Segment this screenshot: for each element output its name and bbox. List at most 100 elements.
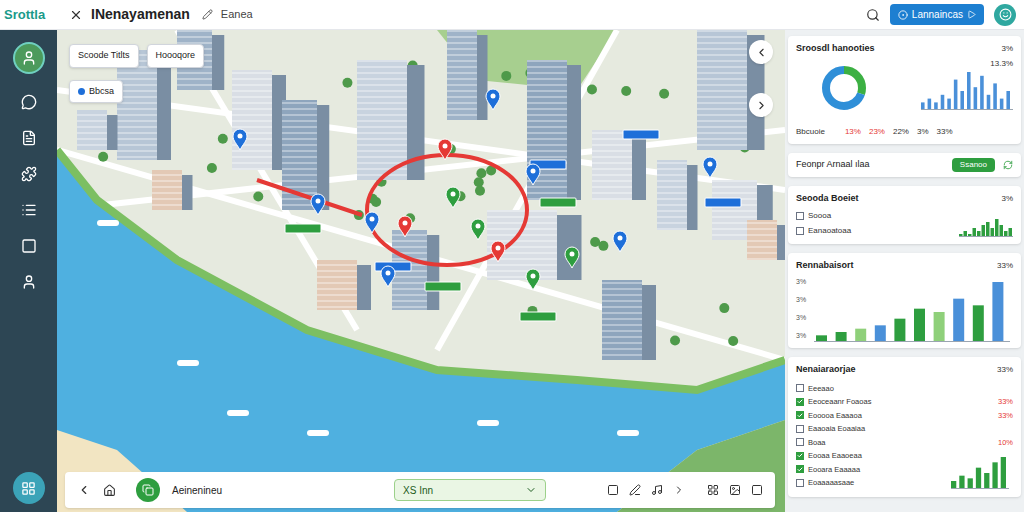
sidebar — [0, 30, 57, 512]
checkbox[interactable] — [796, 479, 804, 487]
map-pin[interactable] — [486, 89, 500, 110]
header-button-label: Lannaincas — [912, 7, 963, 22]
map-tag[interactable] — [285, 224, 321, 233]
list-icon[interactable] — [21, 202, 37, 218]
bar-chart — [814, 280, 1010, 342]
checks-chart — [959, 217, 1013, 237]
home-icon[interactable] — [103, 484, 116, 497]
logo[interactable]: Srottla — [0, 5, 57, 25]
map-chip[interactable]: Hoooqore — [147, 44, 205, 68]
avatar[interactable] — [13, 42, 45, 74]
location-badge[interactable] — [136, 478, 160, 502]
checkbox[interactable] — [796, 425, 804, 433]
card-title: Sroosdl hanooties — [796, 42, 875, 56]
map-pin[interactable] — [365, 212, 379, 233]
list-row[interactable]: Eeoceaanr Foaoas33% — [796, 395, 1013, 409]
map-pin[interactable] — [446, 187, 460, 208]
chip-row: Scoode Titlts Hoooqore — [69, 44, 204, 68]
map-pin[interactable] — [471, 219, 485, 240]
pencil-icon[interactable] — [202, 9, 213, 20]
forward-icon[interactable] — [673, 484, 685, 496]
chart-bar — [875, 325, 886, 342]
map-chip[interactable]: Bbcsa — [69, 80, 123, 104]
check-icon — [797, 466, 803, 473]
list-row[interactable]: Eooaa Eaaoeaa — [796, 449, 1013, 463]
filter-button[interactable]: Ssanoo — [952, 158, 995, 172]
square-icon[interactable] — [607, 484, 619, 496]
city-map[interactable] — [57, 30, 785, 512]
chart-bar — [836, 332, 847, 342]
account-button[interactable] — [994, 4, 1016, 26]
page-subtitle: Eanea — [221, 6, 253, 23]
chart-bar — [960, 91, 964, 110]
check-row[interactable]: Soooa — [796, 210, 851, 222]
stat: 22% — [893, 126, 909, 138]
map-next-button[interactable] — [749, 93, 773, 117]
pen-icon[interactable] — [629, 484, 641, 496]
building — [657, 160, 698, 230]
header-button[interactable]: Lannaincas — [890, 4, 984, 25]
user-icon[interactable] — [21, 274, 37, 290]
axis-tick: 3% — [796, 331, 806, 342]
map-toolbar: Aeinenineu XS Inn — [65, 472, 775, 508]
donut-segment — [826, 70, 862, 106]
map-pin[interactable] — [233, 129, 247, 150]
back-icon[interactable] — [77, 483, 91, 497]
grid-icon — [21, 481, 36, 496]
map-pin[interactable] — [491, 241, 505, 262]
map-pin[interactable] — [398, 216, 412, 237]
map-chip[interactable]: Scoode Titlts — [69, 44, 139, 68]
grid-icon[interactable] — [707, 484, 719, 496]
map-pin[interactable] — [381, 266, 395, 287]
square-icon[interactable] — [21, 238, 37, 254]
chart-bar — [973, 305, 984, 342]
map-pin[interactable] — [438, 139, 452, 160]
checkbox[interactable] — [796, 452, 804, 460]
check-row[interactable]: Eanaoatoaa — [796, 225, 851, 237]
checkbox[interactable] — [796, 384, 804, 392]
toolbar-select[interactable]: XS Inn — [394, 479, 546, 501]
report-card: Rennabaisort33%3%3%3%3% — [788, 253, 1021, 348]
checkbox[interactable] — [796, 465, 804, 473]
checkbox[interactable] — [796, 398, 804, 406]
map-pin[interactable] — [526, 164, 540, 185]
chat-icon[interactable] — [21, 94, 37, 110]
checkbox[interactable] — [796, 438, 804, 446]
tree — [207, 163, 217, 173]
chart-bar — [974, 87, 978, 110]
map-pin[interactable] — [613, 231, 627, 252]
chart-bar — [986, 222, 990, 237]
map-tag[interactable] — [540, 198, 576, 207]
smile-icon — [999, 8, 1012, 21]
music-icon[interactable] — [651, 484, 663, 496]
apps-button[interactable] — [13, 472, 45, 504]
map-pin[interactable] — [526, 269, 540, 290]
puzzle-icon[interactable] — [21, 166, 37, 182]
checkbox[interactable] — [796, 212, 804, 220]
list-row[interactable]: Eeeaao — [796, 382, 1013, 396]
map-tag[interactable] — [705, 198, 741, 207]
chart-bar — [980, 75, 984, 109]
square-icon[interactable] — [751, 484, 763, 496]
refresh-icon[interactable] — [1003, 160, 1013, 170]
checkbox[interactable] — [796, 227, 804, 235]
map-prev-button[interactable] — [749, 40, 773, 64]
image-icon[interactable] — [729, 484, 741, 496]
boat — [227, 410, 249, 416]
search-icon[interactable] — [866, 8, 880, 22]
map-tag[interactable] — [623, 130, 659, 139]
map-pin[interactable] — [703, 157, 717, 178]
toolbar-label: Aeinenineu — [172, 483, 222, 498]
list-row[interactable]: Eooooa Eaaaoa33% — [796, 409, 1013, 423]
chevron-down-icon — [525, 484, 537, 496]
map-pin[interactable] — [311, 194, 325, 215]
chart-bar — [967, 72, 971, 110]
document-icon[interactable] — [21, 130, 37, 146]
list-row[interactable]: Eaaoaia Eoaaiaa — [796, 422, 1013, 436]
map-tag[interactable] — [425, 282, 461, 291]
map-tag[interactable] — [520, 312, 556, 321]
list-row[interactable]: Boaa10% — [796, 436, 1013, 450]
map-pin[interactable] — [565, 247, 579, 268]
checkbox[interactable] — [796, 411, 804, 419]
close-icon[interactable] — [69, 8, 83, 22]
